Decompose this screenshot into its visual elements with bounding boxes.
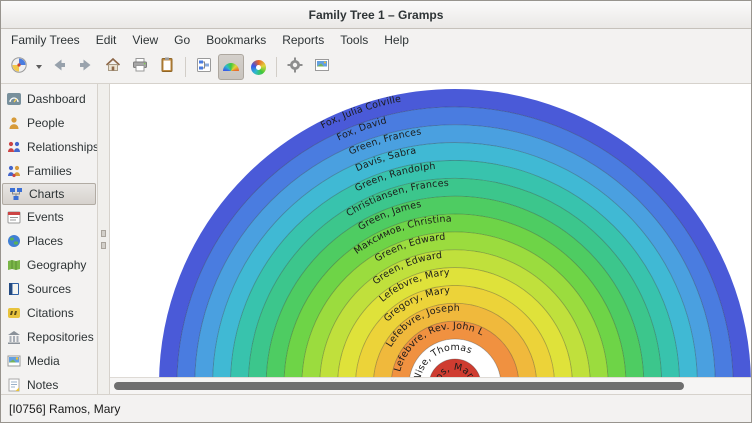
menu-item-bookmarks[interactable]: Bookmarks bbox=[198, 30, 274, 50]
pedigree-icon bbox=[195, 56, 213, 79]
sidebar-item-label: Charts bbox=[29, 187, 64, 201]
sidebar-item-people[interactable]: People bbox=[1, 111, 97, 135]
photo-icon bbox=[6, 353, 22, 369]
gramps-window: Family Tree 1 – Gramps Family Trees Edit… bbox=[0, 0, 752, 423]
fan-chart-view-button[interactable] bbox=[218, 54, 244, 80]
menu-item-family-trees[interactable]: Family Trees bbox=[3, 30, 88, 50]
forward-arrow-icon bbox=[77, 56, 95, 79]
menu-item-view[interactable]: View bbox=[124, 30, 166, 50]
picture-icon bbox=[313, 56, 331, 79]
toolbar-separator bbox=[276, 57, 277, 77]
sidebar-item-places[interactable]: Places bbox=[1, 229, 97, 253]
sidebar-item-label: Repositories bbox=[27, 330, 94, 344]
sidebar-item-label: Events bbox=[27, 210, 64, 224]
titlebar[interactable]: Family Tree 1 – Gramps bbox=[1, 1, 751, 29]
full-circle-chart-icon bbox=[251, 60, 266, 75]
calendar-icon bbox=[6, 209, 22, 225]
pedigree-view-button[interactable] bbox=[191, 54, 217, 80]
menu-item-tools[interactable]: Tools bbox=[332, 30, 376, 50]
sidebar-item-dashboard[interactable]: Dashboard bbox=[1, 87, 97, 111]
sidebar-item-charts[interactable]: Charts bbox=[2, 183, 96, 205]
sidebar: Dashboard People Relationships Families … bbox=[1, 84, 98, 394]
sidebar-item-label: People bbox=[27, 116, 64, 130]
fan-chart-canvas[interactable]: Ramos, MaryWise, ThomasLefebvre, Rev. Jo… bbox=[110, 84, 751, 394]
globe-icon bbox=[6, 233, 22, 249]
clipboard-icon bbox=[158, 56, 176, 79]
sidebar-item-label: Notes bbox=[27, 378, 58, 392]
gramps-menu-caret-button[interactable] bbox=[33, 54, 45, 80]
configure-button[interactable] bbox=[282, 54, 308, 80]
building-icon bbox=[6, 329, 22, 345]
dashboard-icon bbox=[6, 91, 22, 107]
sidebar-item-relationships[interactable]: Relationships bbox=[1, 135, 97, 159]
map-icon bbox=[6, 257, 22, 273]
sidebar-item-label: Citations bbox=[27, 306, 74, 320]
sidebar-item-events[interactable]: Events bbox=[1, 205, 97, 229]
sidebar-item-label: Families bbox=[27, 164, 72, 178]
print-button[interactable] bbox=[127, 54, 153, 80]
menubar: Family Trees Edit View Go Bookmarks Repo… bbox=[1, 29, 751, 51]
family-icon bbox=[6, 163, 22, 179]
splitter-handle-icon bbox=[101, 230, 106, 237]
status-text: [I0756] Ramos, Mary bbox=[9, 402, 120, 416]
sidebar-item-label: Places bbox=[27, 234, 63, 248]
sidebar-item-media[interactable]: Media bbox=[1, 349, 97, 373]
back-button[interactable] bbox=[46, 54, 72, 80]
sidebar-item-label: Geography bbox=[27, 258, 86, 272]
book-icon bbox=[6, 281, 22, 297]
person-icon bbox=[6, 115, 22, 131]
forward-button[interactable] bbox=[73, 54, 99, 80]
sidebar-item-label: Dashboard bbox=[27, 92, 86, 106]
gear-icon bbox=[286, 56, 304, 79]
full-circle-view-button[interactable] bbox=[245, 54, 271, 80]
chevron-down-icon bbox=[36, 65, 42, 69]
menu-item-help[interactable]: Help bbox=[376, 30, 417, 50]
fan-chart-view[interactable]: Ramos, MaryWise, ThomasLefebvre, Rev. Jo… bbox=[110, 84, 751, 394]
toolbar bbox=[1, 51, 751, 84]
clipboard-button[interactable] bbox=[154, 54, 180, 80]
printer-icon bbox=[131, 56, 149, 79]
back-arrow-icon bbox=[50, 56, 68, 79]
menu-item-reports[interactable]: Reports bbox=[274, 30, 332, 50]
sidebar-item-geography[interactable]: Geography bbox=[1, 253, 97, 277]
menu-item-edit[interactable]: Edit bbox=[88, 30, 125, 50]
home-person-button[interactable] bbox=[100, 54, 126, 80]
sidebar-item-citations[interactable]: Citations bbox=[1, 301, 97, 325]
horizontal-scrollbar[interactable] bbox=[110, 377, 751, 394]
gramps-menu-button[interactable] bbox=[6, 54, 32, 80]
fan-chart-icon bbox=[223, 63, 239, 71]
statusbar: [I0756] Ramos, Mary bbox=[1, 394, 751, 422]
gramps-logo-icon bbox=[10, 56, 28, 79]
sidebar-splitter[interactable] bbox=[98, 84, 110, 394]
sidebar-item-repositories[interactable]: Repositories bbox=[1, 325, 97, 349]
sidebar-item-label: Sources bbox=[27, 282, 71, 296]
quote-icon bbox=[6, 305, 22, 321]
chart-tree-icon bbox=[8, 186, 24, 202]
sidebar-item-sources[interactable]: Sources bbox=[1, 277, 97, 301]
picture-button[interactable] bbox=[309, 54, 335, 80]
menu-item-go[interactable]: Go bbox=[166, 30, 198, 50]
window-title: Family Tree 1 – Gramps bbox=[309, 8, 444, 22]
horizontal-scrollbar-thumb[interactable] bbox=[114, 382, 684, 390]
note-icon bbox=[6, 377, 22, 393]
sidebar-item-label: Media bbox=[27, 354, 60, 368]
main-content: Dashboard People Relationships Families … bbox=[1, 84, 751, 394]
home-icon bbox=[104, 56, 122, 79]
splitter-handle-icon bbox=[101, 242, 106, 249]
sidebar-item-label: Relationships bbox=[27, 140, 97, 154]
two-people-icon bbox=[6, 139, 22, 155]
sidebar-item-families[interactable]: Families bbox=[1, 159, 97, 183]
toolbar-separator bbox=[185, 57, 186, 77]
